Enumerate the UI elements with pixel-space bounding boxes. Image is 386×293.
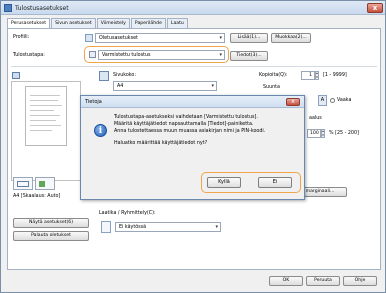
info-dialog: Tietoja x i Tulostustapa-asetukseksi vai… (80, 95, 305, 200)
binding-icon (101, 221, 111, 233)
printer-icon (4, 4, 12, 12)
scaling-label: aalus (309, 116, 322, 121)
landscape-icon: A (318, 95, 327, 106)
window-title: Tulostusasetukset (15, 5, 69, 12)
chevron-down-icon: ▾ (219, 52, 222, 58)
page-size-select[interactable]: A4 ▾ (113, 81, 217, 91)
preview-toggle-icon[interactable] (12, 72, 20, 79)
orientation-label: Suunta (263, 85, 280, 90)
output-method-select[interactable]: Varmistettu tulostus ▾ (98, 50, 225, 60)
info-icon: i (94, 124, 107, 137)
cancel-button[interactable]: Peruuta (306, 276, 340, 286)
chevron-down-icon: ▾ (219, 35, 222, 41)
close-icon[interactable]: x (286, 98, 300, 106)
tab-page-setup[interactable]: Sivun asetukset (51, 18, 96, 28)
lock-icon (89, 51, 96, 58)
details-button[interactable]: Tiedot(3)... (230, 51, 268, 61)
copies-range: [1 - 9999] (323, 73, 347, 78)
output-method-value: Varmistettu tulostus (102, 53, 151, 58)
scaling-stepper[interactable]: ▴ ▾ (321, 129, 325, 138)
page-size-value: A4 (117, 84, 124, 89)
page-size-icon (99, 71, 109, 81)
profile-select[interactable]: Oletusasetukset ▾ (95, 33, 225, 43)
close-icon[interactable]: x (367, 3, 383, 13)
dialog-message-line-3: Anna tulostettaessa muun muassa asiakirj… (114, 129, 266, 134)
scaling-range: % [25 - 200] (329, 131, 359, 136)
ok-button[interactable]: OK (269, 276, 303, 286)
help-button[interactable]: Ohje (343, 276, 377, 286)
layout-icon-single[interactable] (13, 177, 33, 190)
restore-defaults-button[interactable]: Palauta oletukset (13, 231, 89, 241)
preview-page (25, 86, 67, 146)
dialog-message-line-1: Tulostustapa-asetukseksi vaihdetaan [Var… (114, 115, 258, 120)
no-button[interactable]: Ei (258, 177, 292, 188)
profile-value: Oletusasetukset (99, 36, 138, 41)
edit-profile-button[interactable]: Muokkaa(2)... (271, 33, 311, 43)
show-settings-button[interactable]: Näytä asetukset(6) (13, 218, 89, 228)
binding-select[interactable]: Ei käytössä ▾ (115, 222, 221, 232)
preview-caption: A4 [Skaalaus: Auto] (13, 194, 61, 199)
dialog-message-line-2: Määritä käyttäjätiedot napsauttamalla [T… (114, 122, 254, 127)
window-titlebar: Tulostusasetukset x (1, 1, 385, 15)
binding-label: Laatika / Ryhmittely(C): (99, 211, 156, 216)
dialog-title: Tietoja (85, 99, 102, 105)
binding-value: Ei käytössä (119, 225, 147, 230)
chevron-down-icon: ▾ (215, 224, 218, 230)
tab-finishing[interactable]: Viimeistely (96, 18, 130, 28)
scaling-input[interactable]: 100 (307, 129, 321, 138)
layout-icon-multi[interactable] (35, 177, 55, 190)
tab-paper-source[interactable]: Paperilähde (130, 18, 166, 28)
margin-button-label: marginaali... (305, 189, 335, 194)
dialog-titlebar: Tietoja x (81, 96, 304, 108)
tab-quality[interactable]: Laatu (166, 18, 188, 28)
separator (11, 66, 377, 67)
dialog-question: Haluatko määrittää käyttäjätiedot nyt? (114, 141, 208, 146)
profile-label: Profiili: (13, 35, 30, 40)
landscape-label: Vaaka (337, 98, 352, 103)
copies-input[interactable]: 1 (301, 71, 315, 80)
output-method-label: Tulostustapa: (13, 53, 45, 58)
add-profile-button[interactable]: Lisää(1)... (230, 33, 268, 43)
copies-label: Kopioita(Q): (259, 73, 288, 78)
landscape-radio[interactable] (330, 98, 335, 103)
profile-icon (85, 34, 93, 42)
yes-button[interactable]: Kyllä (207, 177, 241, 188)
chevron-down-icon: ▾ (211, 83, 214, 89)
copies-stepper[interactable]: ▴ ▾ (315, 71, 319, 80)
page-size-label: Sivukoko: (113, 73, 136, 78)
